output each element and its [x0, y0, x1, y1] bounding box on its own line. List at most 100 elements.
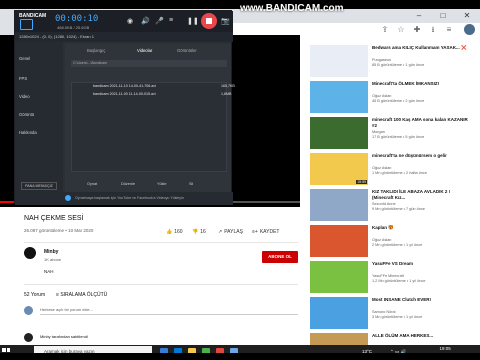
recommendation-item[interactable]: Most INSANE Clutch EVER! Samuro Nöral 3 Mn…	[310, 297, 480, 329]
recommendation-title[interactable]: YasuFFe VS Dream	[372, 261, 472, 267]
save-label: KAYDET	[259, 229, 280, 235]
sidebar-item-about[interactable]: Hakkında	[19, 130, 37, 135]
recommendation-title[interactable]: minecraft 100 Kaş AMA sona kalan KAZANIR…	[372, 117, 472, 128]
thumbs-up-icon: 👍	[166, 229, 173, 235]
recommendation-title[interactable]: minecraft'ta ne düşünürsem o gelir	[372, 153, 472, 159]
bandicam-window: BANDICAM 00:00:10 468.0KB / 25.6GB ◉ 🔊 🎤…	[14, 10, 235, 205]
comment-input[interactable]: Herkese açık bir yorum ekle...	[40, 307, 298, 315]
menu-icon[interactable]: ≡	[169, 17, 173, 24]
dislike-button[interactable]: 👎 16	[192, 229, 206, 235]
footer-text: Oynatmaya başlamak için YouTube ve Faceb…	[75, 196, 184, 200]
video-thumbnail[interactable]	[310, 225, 368, 257]
pause-icon[interactable]: ❚❚	[187, 17, 199, 25]
recommendation-channel[interactable]: Pungaseus	[372, 58, 391, 62]
recommendation-title[interactable]: ALLE ÖLÜM AMA HERKES...	[372, 333, 472, 339]
share-arrow-icon: ↗	[218, 229, 223, 235]
edit-button[interactable]: Düzenle	[121, 182, 135, 186]
subscribe-button[interactable]: ABONE OL	[262, 251, 298, 263]
delete-button[interactable]: Sil	[189, 182, 193, 186]
sidebar-item-video[interactable]: Video	[19, 94, 30, 99]
channel-subscribers: 1K abone	[44, 257, 62, 262]
recommendation-item[interactable]: Bedwars ama KILIÇ Kullanmam YASAK... ❌ Pu…	[310, 45, 480, 77]
recommendation-views: 45 B görüntüleme • 2 gün önce	[372, 99, 425, 103]
recommendation-title[interactable]: Most INSANE Clutch EVER!	[372, 297, 472, 303]
screen-mode-button[interactable]	[20, 19, 33, 30]
recommendation-channel[interactable]: Morgan	[372, 130, 385, 134]
output-path[interactable]: C:\Users\...\Bandicam	[71, 60, 227, 67]
maximize-button[interactable]: □	[432, 9, 454, 23]
close-window-button[interactable]: ✕	[456, 9, 478, 23]
recording-size: 468.0KB / 25.6GB	[57, 25, 90, 30]
upload-button[interactable]: Yükle	[157, 182, 167, 186]
recommendation-title[interactable]: Bedwars ama KILIÇ Kullanmam YASAK... ❌	[372, 45, 472, 51]
video-thumbnail[interactable]	[310, 189, 368, 221]
channel-avatar[interactable]	[24, 247, 36, 259]
extension-icon[interactable]: ✚	[412, 25, 422, 35]
recommendation-item[interactable]: YasuFFe VS Dream YasuFFe Minecraft 1,2 Mn …	[310, 261, 480, 293]
bandicam-sidebar: Genel FPS Video Görüntü Hakkında PANA ME…	[15, 42, 63, 205]
my-avatar	[24, 306, 33, 315]
recommendation-channel[interactable]: Samuro Nöral	[372, 310, 395, 314]
file-name[interactable]: bandicam 2021-11-00 11-14-00-015.avi	[93, 92, 156, 96]
reading-list-icon[interactable]: ≡	[444, 25, 454, 35]
webcam-icon[interactable]: ◉	[127, 17, 133, 25]
sidebar-item-image[interactable]: Görüntü	[19, 112, 34, 117]
video-thumbnail[interactable]	[310, 81, 368, 113]
file-size: 1,8MB	[221, 92, 232, 96]
like-count: 160	[174, 229, 183, 235]
recommendation-channel[interactable]: Oğuz Aslan	[372, 238, 391, 242]
video-thumbnail[interactable]	[310, 297, 368, 329]
recommendation-item[interactable]: minecraft 100 Kaş AMA sona kalan KAZANIR…	[310, 117, 480, 149]
video-thumbnail[interactable]	[310, 117, 368, 149]
camera-icon[interactable]: 📷	[221, 17, 230, 25]
recommendation-channel[interactable]: Sezontd Anne	[372, 202, 396, 206]
recommendation-item[interactable]: Kaplan 🐯 Oğuz Aslan 2 Mn görüntüleme • 1 y…	[310, 225, 480, 257]
profile-avatar[interactable]	[464, 24, 475, 35]
recommendation-title[interactable]: KIZ TAKLIDI İLE ABAZA AVLADIK 2 ! (Minec…	[372, 189, 472, 200]
play-button[interactable]: Oynat	[87, 182, 97, 186]
sort-comments-button[interactable]: ≡ SIRALAMA ÖLÇÜTÜ	[56, 292, 107, 298]
tab-images[interactable]: Görüntüler	[177, 48, 197, 53]
letterbox-bottom	[0, 353, 480, 360]
recommendation-views: 3 Mn görüntüleme • 1 yıl önce	[372, 315, 423, 319]
bandicam-output-panel: Başlangıç Videolar Görüntüler C:\Users\.…	[65, 44, 235, 192]
divider	[24, 284, 298, 285]
recommendation-channel[interactable]: Oğuz Aslan	[372, 94, 391, 98]
file-size: 165,7KB	[221, 84, 235, 88]
star-icon[interactable]: ☆	[396, 25, 406, 35]
stop-recording-button[interactable]	[201, 13, 217, 29]
download-icon[interactable]: ⭳	[428, 25, 438, 35]
sidebar-item-general[interactable]: Genel	[19, 56, 30, 61]
sidebar-item-fps[interactable]: FPS	[19, 76, 27, 81]
recommendation-item[interactable]: 15:59 minecraft'ta ne düşünürsem o gelir O…	[310, 153, 480, 185]
bandicam-toolbar: BANDICAM 00:00:10 468.0KB / 25.6GB ◉ 🔊 🎤…	[15, 11, 233, 32]
video-thumbnail[interactable]: 15:59	[310, 153, 368, 185]
recommendation-channel[interactable]: Oğuz Aslan	[372, 166, 391, 170]
video-thumbnail[interactable]	[310, 45, 368, 77]
comment-author-avatar[interactable]	[24, 333, 33, 342]
microphone-icon[interactable]: 🎤	[155, 17, 164, 25]
recommendation-views: 2 Mn görüntüleme • 1 yıl önce	[372, 243, 423, 247]
capture-area-info: 1280x1024 - (0, 0), (1280, 1024) - Ekran…	[19, 34, 94, 39]
save-button[interactable]: ≡+ KAYDET	[252, 229, 279, 235]
recommendation-title[interactable]: Kaplan 🐯	[372, 225, 472, 231]
recommendation-channel[interactable]: YasuFFe Minecraft	[372, 274, 404, 278]
share-button[interactable]: ↗ PAYLAŞ	[218, 229, 243, 235]
recommendation-item[interactable]: KIZ TAKLIDI İLE ABAZA AVLADIK 2 ! (Minec…	[310, 189, 480, 221]
channel-name[interactable]: Minby	[44, 249, 58, 255]
recommendation-title[interactable]: Minecraft'ta ÖLMEK İMKANSIZ!	[372, 81, 472, 87]
file-name[interactable]: bandicam 2021-11-10 14-00-41-706.avi	[93, 84, 156, 88]
minimize-button[interactable]: –	[408, 9, 430, 23]
speaker-icon[interactable]: 🔊	[141, 17, 150, 25]
recommendation-views: 17 B görüntüleme • 5 gün önce	[372, 135, 425, 139]
tab-start[interactable]: Başlangıç	[87, 48, 105, 53]
share-icon[interactable]: ⇪	[380, 25, 390, 35]
recommendation-item[interactable]: Minecraft'ta ÖLMEK İMKANSIZ! Oğuz Aslan 45…	[310, 81, 480, 113]
bandicam-footer: Oynatmaya başlamak için YouTube ve Faceb…	[15, 192, 233, 205]
mini-mode-button[interactable]: PANA MENÜ/ÇİZ	[21, 182, 57, 190]
pinned-comment-label: Minby tarafından sabitlendi	[40, 334, 88, 339]
like-button[interactable]: 👍 160	[166, 229, 183, 235]
video-thumbnail[interactable]	[310, 261, 368, 293]
recording-timer: 00:00:10	[55, 14, 99, 24]
tab-videos[interactable]: Videolar	[137, 48, 152, 53]
